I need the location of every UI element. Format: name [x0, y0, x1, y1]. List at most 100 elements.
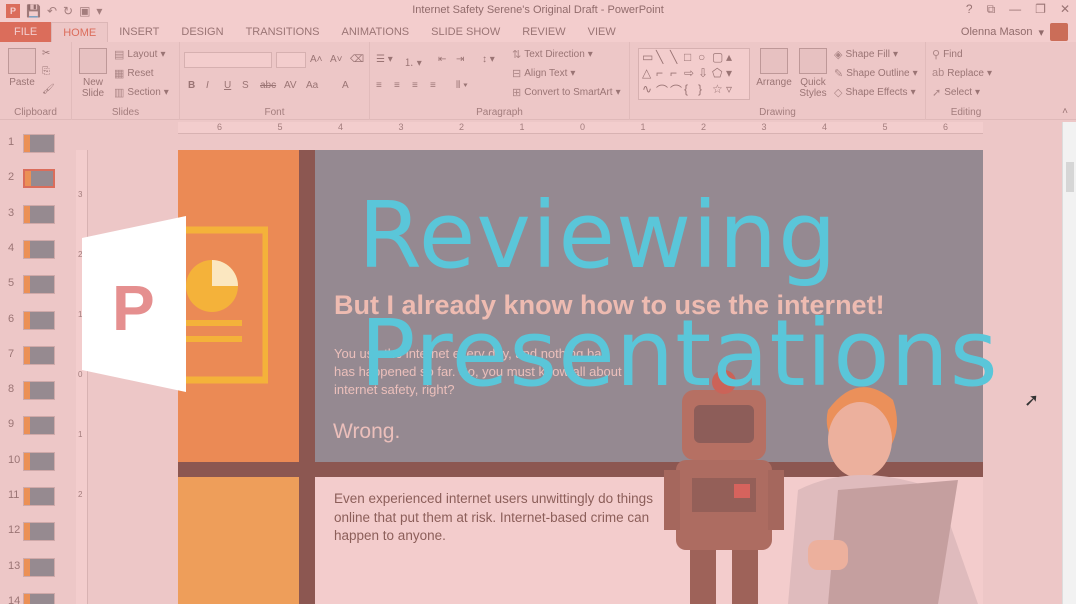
- slide-thumbnail[interactable]: 9: [0, 414, 64, 440]
- gallery-down-icon[interactable]: ▾: [726, 66, 740, 82]
- slide-thumbnail[interactable]: 11: [0, 485, 64, 511]
- tab-home[interactable]: HOME: [51, 22, 109, 42]
- justify-icon[interactable]: ≡: [430, 80, 436, 91]
- paste-button[interactable]: Paste: [6, 48, 38, 88]
- text-direction-button[interactable]: ⇅ Text Direction ▾: [512, 48, 593, 61]
- slide-lower-text[interactable]: Even experienced internet users unwittin…: [334, 490, 664, 546]
- star-shape-icon[interactable]: ☆: [712, 82, 726, 98]
- shape-outline-button[interactable]: ✎ Shape Outline ▾: [834, 67, 918, 80]
- collapse-ribbon-icon[interactable]: ˄: [1062, 106, 1068, 117]
- avatar[interactable]: [1050, 23, 1068, 41]
- columns-icon[interactable]: ⫴ ▾: [456, 80, 468, 91]
- bold-button[interactable]: B: [188, 80, 195, 91]
- reset-button[interactable]: ▦ Reset: [114, 67, 154, 80]
- curve-shape-icon[interactable]: ⌒: [670, 82, 684, 98]
- tab-file[interactable]: FILE: [0, 22, 52, 42]
- shrink-font-icon[interactable]: A˅: [330, 54, 343, 65]
- start-from-beginning-icon[interactable]: ▣: [79, 4, 90, 18]
- cut-icon[interactable]: ✂: [42, 48, 50, 59]
- gallery-up-icon[interactable]: ▴: [726, 50, 740, 66]
- tab-slide-show[interactable]: SLIDE SHOW: [420, 22, 511, 42]
- rounded-rect-shape-icon[interactable]: ▢: [712, 50, 726, 66]
- find-button[interactable]: ⚲ Find: [932, 48, 963, 61]
- shapes-gallery[interactable]: ▭ ╲ ╲ □ ○ ▢ ▴ △ ⌐ ⌐ ⇨ ⇩ ⬠ ▾ ∿ ⌒ ⌒{} ☆ ▿: [638, 48, 750, 100]
- tab-transitions[interactable]: TRANSITIONS: [235, 22, 331, 42]
- clear-formatting-icon[interactable]: ⌫: [350, 54, 364, 65]
- arrow-down-shape-icon[interactable]: ⇩: [698, 66, 712, 82]
- slide-thumbnail[interactable]: 6: [0, 309, 64, 335]
- rectangle-shape-icon[interactable]: □: [684, 50, 698, 66]
- new-slide-button[interactable]: New Slide: [78, 48, 108, 99]
- connector-shape-icon[interactable]: ⌐: [670, 66, 684, 82]
- ribbon-display-options-icon[interactable]: ⧉: [987, 2, 996, 17]
- save-icon[interactable]: 💾: [26, 4, 41, 18]
- tab-animations[interactable]: ANIMATIONS: [331, 22, 421, 42]
- bullets-icon[interactable]: ☰ ▾: [376, 54, 393, 65]
- arrange-button[interactable]: Arrange: [754, 48, 794, 88]
- close-button[interactable]: ✕: [1060, 2, 1070, 17]
- slide-thumbnail[interactable]: 5: [0, 273, 64, 299]
- grow-font-icon[interactable]: A˄: [310, 54, 323, 65]
- line-shape-icon[interactable]: ╲: [670, 50, 684, 66]
- shape-fill-button[interactable]: ◈ Shape Fill ▾: [834, 48, 898, 61]
- connector-shape-icon[interactable]: ⌐: [656, 66, 670, 82]
- layout-button[interactable]: ▤ Layout ▾: [114, 48, 165, 61]
- help-icon[interactable]: ?: [966, 2, 973, 17]
- underline-button[interactable]: U: [224, 80, 231, 91]
- decrease-indent-icon[interactable]: ⇤: [438, 54, 446, 65]
- tab-review[interactable]: REVIEW: [511, 22, 576, 42]
- slide-thumbnail[interactable]: 3: [0, 203, 64, 229]
- slide-wrong-text[interactable]: Wrong.: [333, 420, 400, 444]
- scrollbar-thumb[interactable]: [1066, 162, 1074, 192]
- tab-insert[interactable]: INSERT: [108, 22, 170, 42]
- character-spacing-button[interactable]: AV: [284, 80, 297, 91]
- user-account[interactable]: Olenna Mason ▾: [961, 22, 1068, 42]
- line-spacing-icon[interactable]: ↕ ▾: [482, 54, 495, 65]
- slide-thumbnail[interactable]: 14: [0, 591, 64, 604]
- shape-icon[interactable]: ⬠: [712, 66, 726, 82]
- italic-button[interactable]: I: [206, 80, 209, 91]
- quick-styles-button[interactable]: Quick Styles: [796, 48, 830, 99]
- gallery-more-icon[interactable]: ▿: [726, 82, 740, 98]
- slide-thumbnail[interactable]: 1: [0, 132, 64, 158]
- section-button[interactable]: ▥ Section ▾: [114, 86, 169, 99]
- font-size-field[interactable]: [276, 52, 306, 68]
- customize-qat-icon[interactable]: ▾: [96, 4, 102, 18]
- format-painter-icon[interactable]: 🖌: [42, 84, 55, 95]
- tab-design[interactable]: DESIGN: [170, 22, 234, 42]
- slide-thumbnail[interactable]: 7: [0, 344, 64, 370]
- brace-shape-icon[interactable]: {: [684, 82, 698, 98]
- select-button[interactable]: ➚ Select ▾: [932, 86, 980, 99]
- slide-thumbnail[interactable]: 8: [0, 379, 64, 405]
- align-center-icon[interactable]: ≡: [394, 80, 400, 91]
- tab-view[interactable]: VIEW: [577, 22, 627, 42]
- replace-button[interactable]: ab Replace ▾: [932, 67, 992, 79]
- text-shadow-button[interactable]: S: [242, 80, 249, 91]
- triangle-shape-icon[interactable]: △: [642, 66, 656, 82]
- strikethrough-button[interactable]: abc: [260, 80, 276, 91]
- change-case-button[interactable]: Aa: [306, 80, 318, 91]
- slide-thumbnail[interactable]: 10: [0, 450, 64, 476]
- align-text-button[interactable]: ⊟ Align Text ▾: [512, 67, 575, 80]
- shape-effects-button[interactable]: ◇ Shape Effects ▾: [834, 86, 916, 99]
- convert-smartart-button[interactable]: ⊞ Convert to SmartArt ▾: [512, 86, 621, 99]
- align-left-icon[interactable]: ≡: [376, 80, 382, 91]
- slide-thumbnail[interactable]: 4: [0, 238, 64, 264]
- arc-shape-icon[interactable]: ⌒: [656, 82, 670, 98]
- oval-shape-icon[interactable]: ○: [698, 50, 712, 66]
- restore-button[interactable]: ❐: [1035, 2, 1046, 17]
- align-right-icon[interactable]: ≡: [412, 80, 418, 91]
- copy-icon[interactable]: ⎘: [42, 66, 50, 77]
- arrow-shape-icon[interactable]: ⇨: [684, 66, 698, 82]
- vertical-scrollbar[interactable]: [1062, 122, 1076, 604]
- minimize-button[interactable]: —: [1009, 2, 1021, 17]
- powerpoint-app-icon[interactable]: P: [6, 4, 20, 18]
- line-shape-icon[interactable]: ╲: [656, 50, 670, 66]
- brace-shape-icon[interactable]: }: [698, 82, 712, 98]
- undo-icon[interactable]: ↶: [47, 4, 57, 18]
- slide-thumbnail[interactable]: 2: [0, 167, 64, 193]
- textbox-shape-icon[interactable]: ▭: [642, 50, 656, 66]
- curve-shape-icon[interactable]: ∿: [642, 82, 656, 98]
- increase-indent-icon[interactable]: ⇥: [456, 54, 464, 65]
- font-color-button[interactable]: A: [342, 80, 349, 91]
